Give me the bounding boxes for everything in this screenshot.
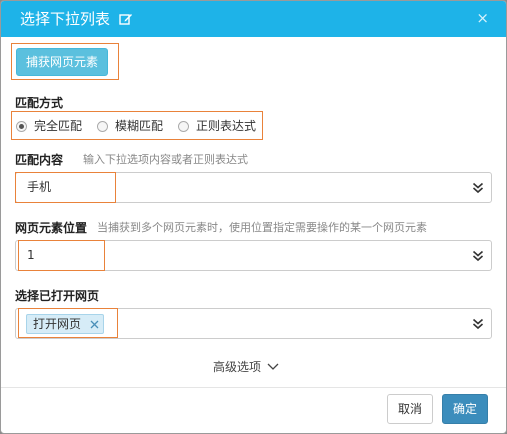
dialog-titlebar: 选择下拉列表 × [1, 1, 506, 37]
opened-page-highlight [18, 308, 118, 338]
ok-button[interactable]: 确定 [442, 394, 488, 424]
radio-regex-match[interactable]: 正则表达式 [178, 118, 256, 134]
close-icon[interactable]: × [476, 9, 489, 27]
radio-label: 完全匹配 [34, 119, 83, 133]
double-chevron-down-icon [472, 318, 484, 330]
match-content-highlight [15, 172, 116, 203]
edit-icon[interactable] [119, 12, 133, 26]
element-position-hint: 当捕获到多个网页元素时，使用位置指定需要操作的某一个网页元素 [97, 221, 427, 234]
chevron-down-icon [267, 363, 279, 370]
cancel-button[interactable]: 取消 [387, 394, 433, 424]
match-content-label: 匹配内容 [15, 153, 64, 167]
radio-circle [97, 120, 108, 132]
element-position-label: 网页元素位置 [15, 221, 88, 235]
radio-circle [178, 120, 189, 132]
capture-element-button[interactable]: 捕获网页元素 [16, 48, 108, 76]
radio-circle-checked [16, 120, 27, 132]
dialog-title: 选择下拉列表 [20, 10, 111, 28]
select-dropdown-dialog: 选择下拉列表 × 捕获网页元素 匹配方式 完全匹配 模糊匹配 正则表达式 匹配内… [0, 0, 507, 434]
radio-fuzzy-match[interactable]: 模糊匹配 [97, 118, 163, 134]
radio-label: 模糊匹配 [115, 119, 164, 133]
element-position-highlight [18, 240, 105, 271]
advanced-options-label: 高级选项 [213, 360, 262, 374]
double-chevron-down-icon [472, 182, 484, 194]
opened-page-label: 选择已打开网页 [15, 289, 100, 303]
advanced-options-toggle[interactable]: 高级选项 [213, 360, 279, 374]
match-mode-label: 匹配方式 [15, 96, 64, 110]
footer-divider [1, 387, 506, 388]
match-content-hint: 输入下拉选项内容或者正则表达式 [83, 153, 248, 166]
radio-exact-match[interactable]: 完全匹配 [16, 118, 82, 134]
double-chevron-down-icon [472, 250, 484, 262]
radio-label: 正则表达式 [196, 119, 257, 133]
